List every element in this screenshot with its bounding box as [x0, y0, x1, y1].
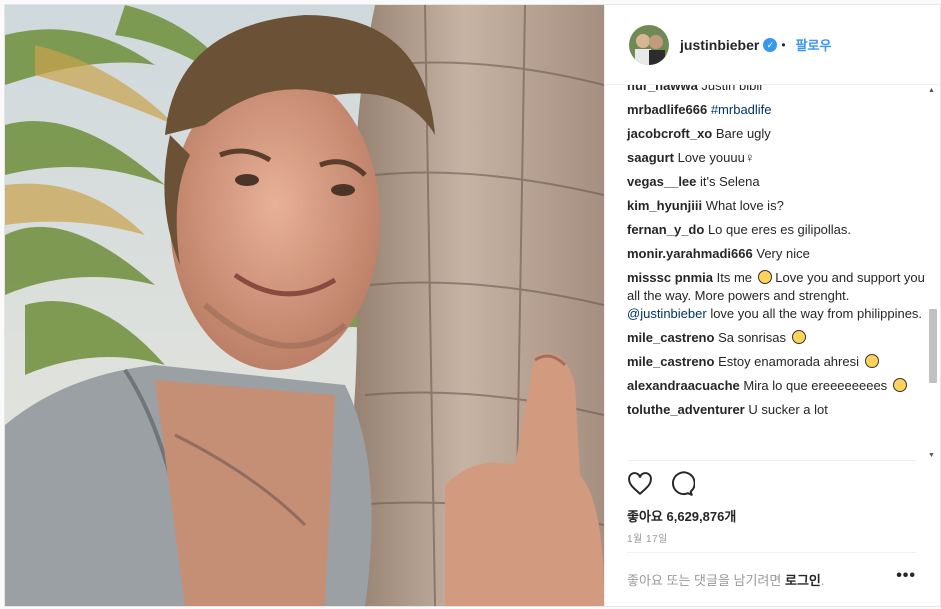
- heart-eyes-emoji-icon: [757, 270, 772, 284]
- comment-item: monir.yarahmadi666 Very nice: [627, 245, 925, 263]
- login-prompt: 좋아요 또는 댓글을 남기려면 로그인.: [627, 570, 825, 589]
- comment-item: toluthe_adventurer U sucker a lot: [627, 401, 925, 419]
- login-prompt-suffix: .: [820, 573, 825, 588]
- comment-username[interactable]: mrbadlife666: [627, 102, 707, 117]
- comment-text: it's Selena: [700, 174, 760, 189]
- comment-username[interactable]: vegas__lee: [627, 174, 696, 189]
- comment-item: mile_castreno Sa sonrisas: [627, 329, 925, 347]
- more-icon[interactable]: •••: [896, 567, 916, 585]
- post-card: justinbieber ✓ • 팔로우 nur_nawwa Justin bi…: [4, 4, 941, 607]
- comment-username[interactable]: jacobcroft_xo: [627, 126, 712, 141]
- cat-emoji-icon: [892, 378, 907, 392]
- comment-username[interactable]: alexandraacuache: [627, 378, 740, 393]
- cat-heart-eyes-emoji-icon: [864, 354, 879, 368]
- comment-text: Very nice: [756, 246, 810, 261]
- balloon-emoji-icon: ♀: [744, 150, 755, 165]
- scroll-up-icon[interactable]: ▲: [928, 87, 935, 94]
- comment-item: mrbadlife666 #mrbadlife: [627, 101, 925, 119]
- username[interactable]: justinbieber: [680, 37, 759, 53]
- verified-badge-icon: ✓: [763, 37, 778, 52]
- comment-list[interactable]: nur_nawwa Justin bibir mrbadlife666 #mrb…: [605, 85, 925, 457]
- comment-item: mile_castreno Estoy enamorada ahresi: [627, 353, 925, 371]
- divider: [627, 552, 916, 553]
- heart-icon[interactable]: [627, 471, 653, 497]
- comment-item: saagurt Love youuu♀: [627, 149, 925, 167]
- comment-username[interactable]: kim_hyunjiii: [627, 198, 702, 213]
- comment-icon[interactable]: [669, 471, 696, 497]
- login-link[interactable]: 로그인: [785, 573, 821, 588]
- comment-item: misssc pnmia Its me Love you and support…: [627, 269, 925, 323]
- post-sidebar: justinbieber ✓ • 팔로우 nur_nawwa Justin bi…: [604, 5, 940, 606]
- comment-text: Love youuu: [677, 150, 745, 165]
- comment-username[interactable]: fernan_y_do: [627, 222, 704, 237]
- comment-item: alexandraacuache Mira lo que ereeeeeeees: [627, 377, 925, 395]
- comment-text: Bare ugly: [715, 126, 771, 141]
- avatar-image: [629, 24, 669, 65]
- comment-username[interactable]: mile_castreno: [627, 354, 714, 369]
- comment-item: jacobcroft_xo Bare ugly: [627, 125, 925, 143]
- comment-username[interactable]: misssc pnmia: [627, 270, 713, 285]
- comment-username[interactable]: saagurt: [627, 150, 674, 165]
- post-date[interactable]: 1월 17일: [627, 530, 668, 545]
- photo-image: [5, 5, 604, 606]
- cat-heart-eyes-emoji-icon: [791, 330, 806, 344]
- comment-username[interactable]: monir.yarahmadi666: [627, 246, 753, 261]
- comments-scrollbar[interactable]: ▲ ▼: [927, 87, 937, 459]
- scroll-down-icon[interactable]: ▼: [928, 452, 935, 459]
- comment-text: Its me: [716, 270, 753, 285]
- comment-text: Estoy enamorada ahresi: [718, 354, 859, 369]
- comment-username[interactable]: nur_nawwa: [627, 85, 698, 93]
- comment-username[interactable]: mile_castreno: [627, 330, 714, 345]
- divider: [627, 460, 916, 461]
- scrollbar-thumb[interactable]: [929, 309, 937, 383]
- action-bar: [627, 471, 696, 497]
- post-header: justinbieber ✓ • 팔로우: [605, 5, 940, 85]
- hashtag-link[interactable]: #mrbadlife: [711, 102, 772, 117]
- likes-count[interactable]: 좋아요 6,629,876개: [627, 506, 736, 525]
- separator-dot: •: [781, 37, 786, 52]
- login-prompt-text: 좋아요 또는 댓글을 남기려면: [627, 573, 782, 588]
- follow-button[interactable]: 팔로우: [796, 35, 832, 54]
- comment-item: vegas__lee it's Selena: [627, 173, 925, 191]
- comment-item: nur_nawwa Justin bibir: [627, 85, 925, 95]
- comment-text: Lo que eres es gilipollas.: [707, 222, 852, 237]
- post-photo[interactable]: [5, 5, 604, 606]
- comment-text: Mira lo que ereeeeeeees: [743, 378, 888, 393]
- comment-text: What love is?: [705, 198, 784, 213]
- comment-text: love you all the way from philippines.: [710, 306, 923, 321]
- comment-item: fernan_y_do Lo que eres es gilipollas.: [627, 221, 925, 239]
- comment-item: kim_hyunjiii What love is?: [627, 197, 925, 215]
- mention-link[interactable]: @justinbieber: [627, 306, 707, 321]
- comment-text: Sa sonrisas: [718, 330, 786, 345]
- comment-text: U sucker a lot: [748, 402, 828, 417]
- comment-text: Justin bibir: [701, 85, 764, 93]
- comment-username[interactable]: toluthe_adventurer: [627, 402, 745, 417]
- avatar[interactable]: [629, 24, 669, 65]
